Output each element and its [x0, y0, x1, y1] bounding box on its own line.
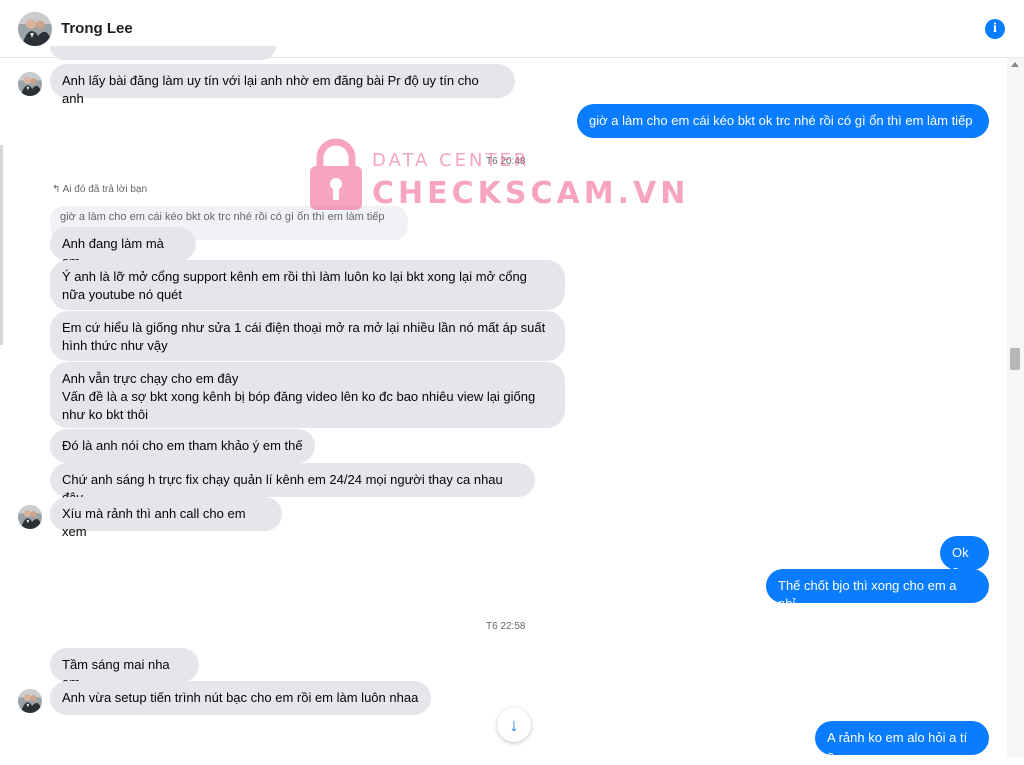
reply-note-text: Ai đó đã trả lời bạn	[62, 184, 148, 195]
arrow-down-icon[interactable]: ↓	[497, 708, 531, 742]
message-bubble[interactable]: Anh vừa setup tiến trình nút bạc cho em …	[50, 681, 431, 715]
message-bubble[interactable]: giờ a làm cho em cái kéo bkt ok trc nhé …	[577, 104, 989, 138]
message-bubble[interactable]: Ok a	[940, 536, 989, 578]
timestamp: T6 22:58	[486, 621, 526, 632]
scrollbar[interactable]	[1007, 58, 1024, 758]
left-scroll-edge	[0, 145, 3, 345]
avatar[interactable]	[18, 72, 42, 96]
watermark: DATA CENTER CHECKSCAM.VN	[306, 136, 685, 216]
message-bubble[interactable]: Em cứ hiểu là giống như sửa 1 cái điện t…	[50, 311, 565, 361]
contact-avatar[interactable]	[18, 12, 52, 46]
reply-arrow-icon: ↰	[52, 184, 61, 195]
previous-message-bubble	[50, 46, 276, 60]
message-bubble[interactable]: Xíu mà rảnh thì anh call cho em xem	[50, 497, 282, 539]
watermark-line2: CHECKSCAM.VN	[372, 176, 690, 211]
padlock-icon	[310, 138, 362, 210]
message-bubble[interactable]: Anh vẫn trực chạy cho em đây Vấn đề là a…	[50, 362, 565, 428]
message-bubble[interactable]: Tầm sáng mai nha em	[50, 648, 199, 690]
scroll-up-arrow-icon[interactable]	[1011, 62, 1019, 67]
info-icon[interactable]: i	[985, 19, 1005, 39]
contact-name[interactable]: Trong Lee	[61, 20, 133, 37]
message-bubble[interactable]: Anh lấy bài đăng làm uy tín với lại anh …	[50, 64, 515, 106]
timestamp: T6 20:48	[486, 156, 526, 167]
scrollbar-thumb[interactable]	[1010, 348, 1020, 370]
message-bubble[interactable]: Thế chốt bjo thì xong cho em a nhỉ	[766, 569, 989, 611]
avatar[interactable]	[18, 505, 42, 529]
message-bubble[interactable]: Đó là anh nói cho em tham khảo ý em thế	[50, 429, 315, 463]
message-bubble[interactable]: Chứ anh sáng h trực fix chạy quản lí kên…	[50, 463, 535, 505]
reply-note: ↰ Ai đó đã trả lời bạn	[52, 184, 147, 195]
message-bubble[interactable]: A rảnh ko em alo hỏi a tí ạ	[815, 721, 989, 763]
message-bubble[interactable]: Anh đang làm mà em	[50, 227, 196, 269]
avatar[interactable]	[18, 689, 42, 713]
message-bubble[interactable]: Ý anh là lỡ mở cổng support kênh em rồi …	[50, 260, 565, 310]
